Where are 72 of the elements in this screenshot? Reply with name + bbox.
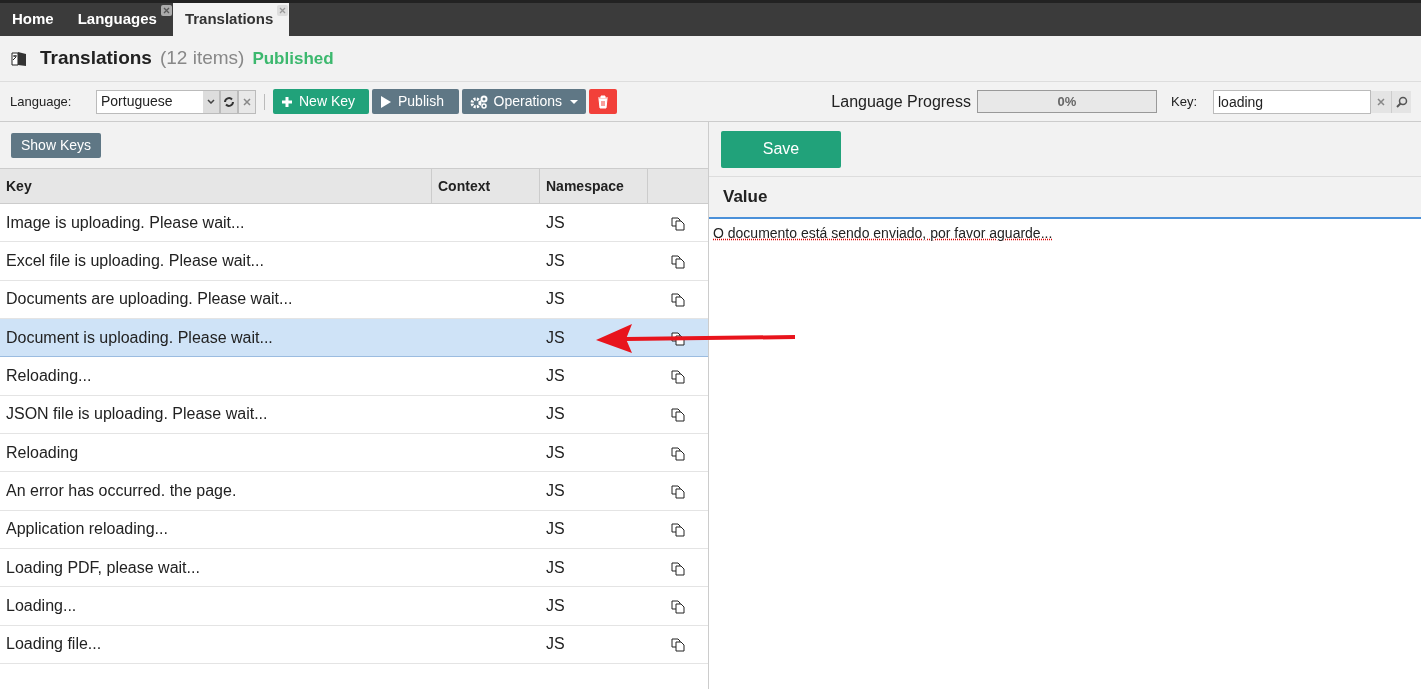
namespace-cell: JS	[546, 290, 565, 308]
key-cell: Loading file...	[6, 635, 102, 653]
key-cell: Image is uploading. Please wait...	[6, 213, 245, 231]
item-count: (12 items)	[159, 46, 245, 71]
close-icon	[243, 97, 251, 106]
table-row[interactable]: Document is uploading. Please wait... JS	[0, 319, 708, 358]
copy-icon[interactable]	[670, 521, 686, 538]
key-cell: Documents are uploading. Please wait...	[6, 290, 293, 308]
publish-button[interactable]: Publish	[372, 89, 459, 114]
tab[interactable]: Languages	[65, 3, 173, 36]
value-text-area[interactable]: O documento está sendo enviado, por favor aguarde...	[709, 217, 1421, 689]
namespace-cell: JS	[546, 520, 565, 538]
gears-icon	[470, 94, 488, 109]
copy-icon[interactable]	[670, 444, 686, 461]
language-label: Language:	[10, 92, 73, 111]
copy-icon[interactable]	[670, 483, 686, 500]
delete-button[interactable]	[589, 89, 617, 114]
value-heading: Value	[723, 186, 768, 209]
tab-close-icon[interactable]	[277, 5, 289, 16]
caret-icon	[203, 90, 219, 113]
caret-icon	[570, 99, 578, 104]
key-label: Key:	[1171, 92, 1198, 111]
key-cell: Document is uploading. Please wait...	[6, 328, 273, 346]
page-title: Translations	[40, 46, 152, 71]
namespace-cell: JS	[546, 405, 565, 423]
key-cell: Reloading	[6, 443, 79, 461]
language-dropdown[interactable]: Portuguese	[96, 89, 220, 114]
copy-icon[interactable]	[670, 559, 686, 576]
copy-icon[interactable]	[670, 214, 686, 231]
tab[interactable]: Translations	[172, 3, 290, 36]
namespace-cell: JS	[546, 558, 565, 576]
key-cell: JSON file is uploading. Please wait...	[6, 405, 268, 423]
plus-icon	[281, 95, 293, 108]
copy-icon[interactable]	[670, 406, 686, 423]
progress-reading: 0%	[1057, 92, 1077, 111]
key-cell: Reloading...	[6, 367, 92, 385]
translate-icon	[10, 49, 28, 68]
namespace-cell: JS	[546, 328, 565, 346]
key-cell: Loading PDF, please wait...	[6, 558, 200, 576]
namespace-cell: JS	[546, 367, 565, 385]
namespace-cell: JS	[546, 252, 565, 269]
key-cell: Excel file is uploading. Please wait...	[6, 252, 264, 269]
copy-icon[interactable]	[670, 291, 686, 308]
namespace-cell: JS	[546, 482, 565, 500]
trash-icon	[597, 94, 609, 109]
namespace-cell: JS	[546, 597, 565, 615]
copy-icon[interactable]	[670, 253, 686, 269]
operations-button[interactable]: Operations	[462, 89, 586, 114]
column-header[interactable]: Context	[438, 175, 491, 197]
namespace-cell: JS	[546, 443, 565, 461]
progress-label: Language Progress	[831, 91, 971, 112]
namespace-cell: JS	[546, 635, 565, 653]
copy-icon[interactable]	[670, 368, 686, 385]
key-cell: Loading...	[6, 597, 77, 615]
key-cell: An error has occurred. the page.	[6, 482, 237, 500]
tab-close-icon[interactable]	[160, 5, 172, 16]
search-icon[interactable]	[1391, 90, 1411, 113]
tab[interactable]: Home	[0, 3, 66, 36]
play-icon	[380, 94, 392, 109]
refresh-icon	[223, 95, 235, 108]
key-search-field[interactable]: loading	[1213, 89, 1371, 114]
copy-icon[interactable]	[670, 636, 686, 653]
clear-icon[interactable]	[1371, 90, 1391, 113]
copy-icon[interactable]	[670, 598, 686, 615]
status-label: Published	[252, 47, 334, 70]
key-cell: Application reloading...	[6, 520, 168, 538]
copy-icon[interactable]	[670, 329, 686, 346]
namespace-cell: JS	[546, 213, 565, 231]
column-header[interactable]: Namespace	[546, 175, 624, 197]
column-header[interactable]: Key	[6, 175, 32, 197]
show-keys-button[interactable]: Show Keys	[11, 132, 102, 158]
refresh-button[interactable]	[220, 89, 238, 114]
